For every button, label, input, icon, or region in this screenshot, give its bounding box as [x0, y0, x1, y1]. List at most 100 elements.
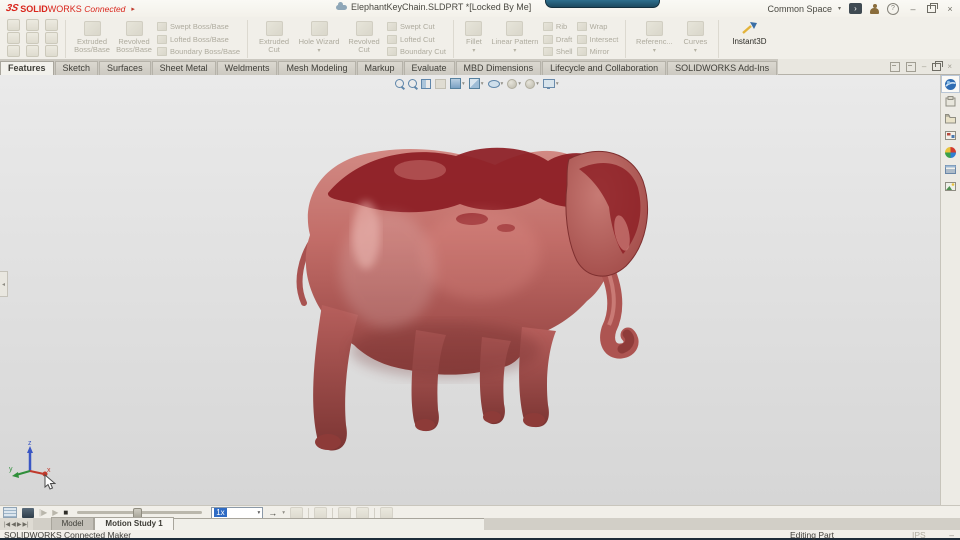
play-from-start-button[interactable]: |▶	[39, 508, 47, 517]
tab-lifecycle-collaboration[interactable]: Lifecycle and Collaboration	[542, 61, 667, 75]
redo-icon[interactable]	[44, 31, 58, 44]
tab-motion-study-1[interactable]: Motion Study 1	[94, 517, 174, 530]
status-expander[interactable]: –	[949, 530, 954, 540]
pane-restore-button[interactable]	[932, 60, 944, 71]
add-key-icon[interactable]	[356, 506, 369, 519]
elephant-3d-model[interactable]	[270, 115, 670, 475]
home-icon[interactable]	[6, 18, 20, 31]
minimize-button[interactable]: –	[907, 4, 919, 14]
space-selector[interactable]: Common Space ▾	[767, 4, 841, 14]
linear-pattern-button[interactable]: Linear Pattern ▾	[489, 19, 541, 59]
lofted-cut-button[interactable]: Lofted Cut	[387, 34, 446, 44]
prev-tab-button[interactable]: ◀	[11, 521, 16, 528]
pane-minimize-button[interactable]: –	[922, 62, 926, 71]
tab-solidworks-addins[interactable]: SOLIDWORKS Add-Ins	[667, 61, 778, 75]
save-animation-icon[interactable]	[290, 506, 303, 519]
autokey-icon[interactable]	[338, 506, 351, 519]
tab-features[interactable]: Features	[0, 61, 54, 75]
draft-button[interactable]: Draft	[542, 34, 573, 44]
options-icon[interactable]	[25, 44, 39, 57]
animation-wizard-icon[interactable]	[314, 506, 327, 519]
help-button[interactable]: ?	[887, 2, 899, 15]
edit-appearance-icon[interactable]	[507, 78, 518, 89]
reference-geometry-button[interactable]: Referenc... ▾	[631, 19, 677, 59]
instant3d-button[interactable]: Instant3D	[724, 19, 774, 59]
first-tab-button[interactable]: |◀	[4, 521, 10, 528]
tab-mbd-dimensions[interactable]: MBD Dimensions	[455, 61, 542, 75]
feature-tree-collapse-tab[interactable]: ◂	[0, 271, 8, 297]
fillet-button[interactable]: Fillet ▾	[459, 19, 489, 59]
taskpane-view-palette-button[interactable]	[942, 127, 959, 143]
extruded-cut-button[interactable]: Extruded Cut	[253, 19, 295, 59]
mirror-button[interactable]: Mirror	[576, 47, 619, 56]
pane-back-icon[interactable]	[889, 61, 900, 72]
play-button[interactable]: ▶	[52, 508, 58, 517]
chevron-left-icon: ◂	[1, 281, 5, 288]
next-tab-button[interactable]: ▶	[17, 521, 22, 528]
curves-button[interactable]: Curves ▾	[677, 19, 713, 59]
tab-sketch[interactable]: Sketch	[54, 61, 99, 75]
view-orientation-icon[interactable]	[450, 78, 461, 89]
intersect-button[interactable]: Intersect	[576, 34, 618, 44]
display-style-icon[interactable]	[468, 78, 480, 89]
properties-icon[interactable]	[44, 44, 58, 57]
motion-elements-icon[interactable]	[380, 506, 393, 519]
zoom-to-fit-icon[interactable]	[395, 79, 404, 88]
previous-view-icon[interactable]	[435, 78, 446, 89]
wrap-button[interactable]: Wrap	[576, 22, 619, 31]
boundary-boss-base-button[interactable]: Boundary Boss/Base	[157, 47, 240, 56]
hole-wizard-button[interactable]: Hole Wizard ▾	[295, 19, 343, 59]
tab-model[interactable]: Model	[50, 517, 95, 530]
undo-icon[interactable]	[44, 18, 58, 31]
new-document-icon[interactable]	[6, 31, 20, 44]
chevron-down-icon: ▾	[317, 48, 321, 54]
rebuild-icon[interactable]	[25, 31, 39, 44]
rib-button[interactable]: Rib	[542, 22, 573, 31]
pane-forward-icon[interactable]	[905, 61, 916, 72]
lofted-boss-base-button[interactable]: Lofted Boss/Base	[157, 34, 240, 44]
playback-mode-button[interactable]: →	[268, 508, 277, 518]
command-manager-tabbar: Features Sketch Surfaces Sheet Metal Wel…	[0, 59, 960, 75]
tab-evaluate[interactable]: Evaluate	[403, 61, 455, 75]
taskpane-scenes-button[interactable]	[942, 178, 959, 194]
taskpane-3dexperience-button[interactable]	[942, 76, 959, 92]
tab-markup[interactable]: Markup	[356, 61, 403, 75]
section-view-icon[interactable]	[421, 78, 431, 89]
pane-close-button[interactable]: ×	[947, 62, 952, 71]
share-button[interactable]: ›	[849, 3, 862, 14]
tab-surfaces[interactable]: Surfaces	[99, 61, 151, 75]
tab-mesh-modeling[interactable]: Mesh Modeling	[278, 61, 356, 75]
timeline-slider[interactable]	[77, 508, 203, 519]
revolved-cut-button[interactable]: Revolved Cut	[343, 19, 385, 59]
boundary-cut-button[interactable]: Boundary Cut	[387, 47, 446, 56]
export-icon[interactable]	[6, 44, 20, 57]
taskpane-appearances-button[interactable]	[942, 144, 959, 160]
restore-button[interactable]	[927, 2, 938, 13]
view-settings-icon[interactable]	[542, 79, 555, 89]
extruded-boss-base-button[interactable]: Extruded Boss/Base	[71, 19, 113, 59]
user-profile-icon[interactable]	[870, 3, 879, 14]
motion-manager-toggle-icon[interactable]	[3, 507, 17, 518]
last-tab-button[interactable]: ▶|	[22, 521, 28, 528]
units-label[interactable]: IPS	[912, 530, 926, 540]
stop-button[interactable]: ■	[63, 508, 68, 517]
graphics-viewport[interactable]: ▾ ▾ ▾ ▾ ▾ ▾ z y x ◂	[0, 75, 960, 505]
revolved-boss-base-button[interactable]: Revolved Boss/Base	[113, 19, 155, 59]
shell-button[interactable]: Shell	[542, 47, 573, 56]
apply-scene-icon[interactable]	[525, 78, 536, 89]
hide-show-items-icon[interactable]	[487, 79, 500, 88]
zoom-to-area-icon[interactable]	[408, 79, 417, 88]
brand-expand-icon[interactable]: ▸	[131, 5, 135, 13]
chevron-down-icon[interactable]: ▾	[282, 510, 285, 516]
swept-cut-button[interactable]: Swept Cut	[387, 22, 446, 31]
close-button[interactable]: ×	[944, 4, 956, 14]
swept-boss-base-button[interactable]: Swept Boss/Base	[157, 22, 240, 31]
animation-type-icon[interactable]	[22, 507, 34, 518]
tab-weldments[interactable]: Weldments	[216, 61, 278, 75]
save-icon[interactable]	[25, 18, 39, 31]
playback-speed-select[interactable]: 1x ▾	[211, 506, 264, 519]
taskpane-custom-properties-button[interactable]	[942, 161, 959, 177]
tab-sheet-metal[interactable]: Sheet Metal	[151, 61, 216, 75]
taskpane-file-explorer-button[interactable]	[942, 110, 959, 126]
taskpane-design-library-button[interactable]	[942, 93, 959, 109]
